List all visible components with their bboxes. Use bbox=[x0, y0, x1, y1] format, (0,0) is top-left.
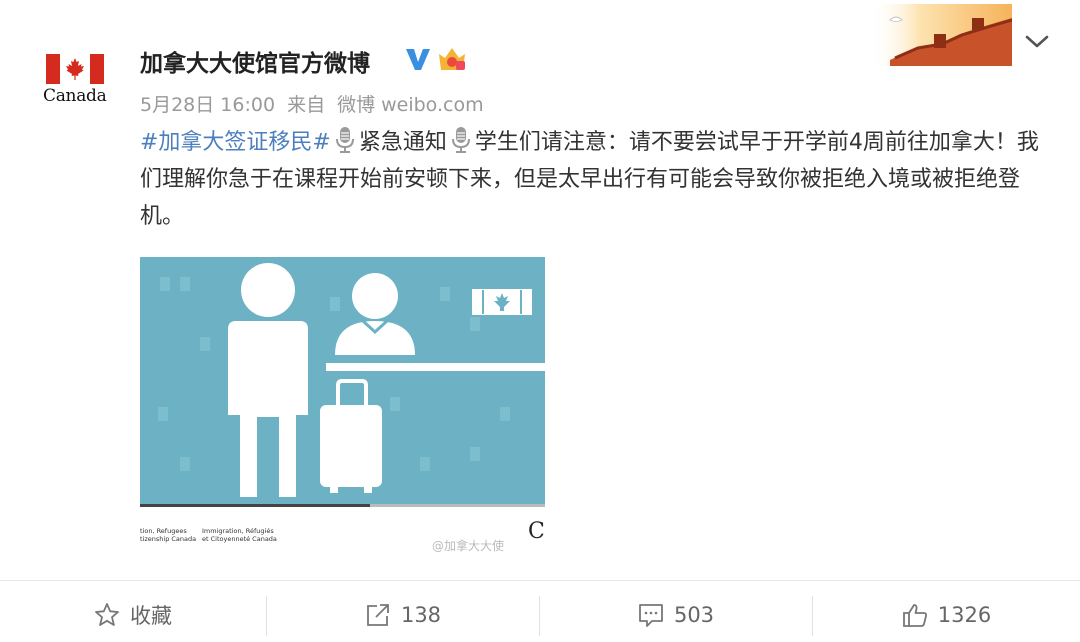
like-icon bbox=[902, 604, 927, 627]
repost-count: 138 bbox=[400, 603, 442, 627]
microphone-icon bbox=[335, 127, 354, 153]
avatar[interactable]: Canada bbox=[40, 48, 110, 110]
urgent-label: 紧急通知 bbox=[358, 130, 447, 155]
image-watermark: @加拿大大使 bbox=[432, 539, 505, 553]
repost-button[interactable]: 138 bbox=[267, 592, 539, 638]
chevron-down-icon[interactable] bbox=[1024, 32, 1050, 52]
source-prefix: 来自 bbox=[287, 94, 326, 116]
post-timestamp[interactable]: 5月28日 16:00 bbox=[140, 94, 275, 116]
post-text: #加拿大签证移民# 紧急通知 学生们请注意：请不要尝试早于开学前4周前往加拿大！我们… bbox=[140, 124, 1040, 235]
post-meta: 5月28日 16:00 来自 微博 weibo.com bbox=[140, 90, 496, 117]
comment-button[interactable]: 503 bbox=[540, 592, 812, 638]
star-icon bbox=[95, 603, 119, 626]
like-count: 1326 bbox=[937, 603, 992, 627]
verified-icon bbox=[406, 49, 430, 70]
canada-flag-icon bbox=[46, 54, 104, 84]
repost-icon bbox=[367, 604, 389, 626]
favorite-button[interactable]: 收藏 bbox=[0, 592, 266, 638]
avatar-wordmark: Canada bbox=[43, 86, 107, 106]
great-wall-icon bbox=[870, 4, 1012, 66]
comment-count: 503 bbox=[673, 603, 715, 627]
like-button[interactable]: 1326 bbox=[813, 592, 1080, 638]
microphone-icon bbox=[451, 127, 470, 153]
image-corner-mark: C bbox=[528, 519, 545, 544]
account-name[interactable]: 加拿大大使馆官方微博 bbox=[140, 44, 370, 78]
hashtag-link[interactable]: #加拿大签证移民# bbox=[140, 130, 331, 155]
image-caption-fr: Immigration, Réfugiés et Citoyenneté Can… bbox=[202, 527, 277, 543]
post-image[interactable]: tion, Refugees tizenship Canada Immigrat… bbox=[140, 257, 545, 559]
comment-icon bbox=[639, 604, 663, 627]
crown-icon bbox=[439, 48, 465, 70]
divider bbox=[0, 580, 1080, 581]
illustration bbox=[140, 257, 545, 504]
post-source[interactable]: 微博 weibo.com bbox=[337, 94, 484, 116]
image-caption-en: tion, Refugees tizenship Canada bbox=[140, 527, 197, 543]
favorite-label: 收藏 bbox=[130, 604, 172, 628]
